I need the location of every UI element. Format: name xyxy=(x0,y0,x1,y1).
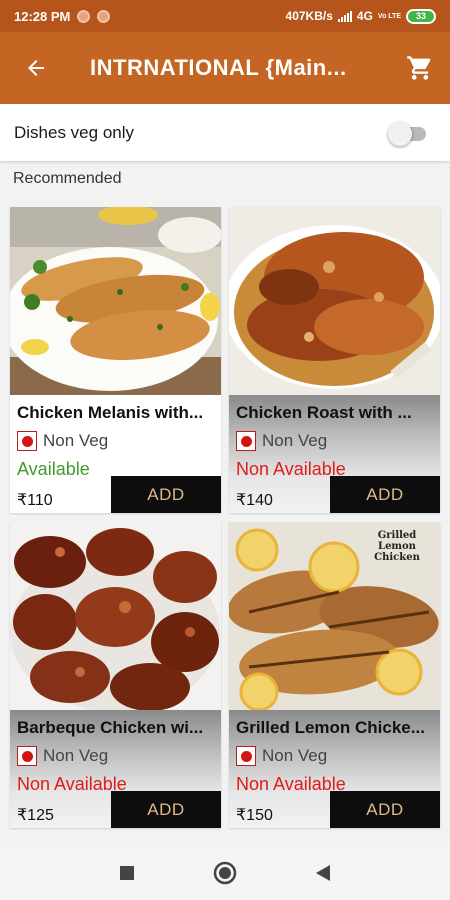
dish-diet: Non Veg xyxy=(17,431,108,451)
dish-diet: Non Veg xyxy=(236,746,327,766)
dish-diet: Non Veg xyxy=(17,746,108,766)
dish-info: Grilled Lemon Chicke... Non Veg Non Avai… xyxy=(229,710,440,828)
non-veg-icon xyxy=(236,746,256,766)
photo-caption: Grilled Lemon Chicken xyxy=(374,530,420,563)
system-nav-bar xyxy=(0,846,450,900)
notification-icon xyxy=(97,9,111,23)
non-veg-icon xyxy=(236,431,256,451)
dish-card[interactable]: Barbeque Chicken wi... Non Veg Non Avail… xyxy=(10,522,221,828)
dish-photo xyxy=(229,207,440,395)
dish-photo xyxy=(10,522,221,710)
status-indicators: 407KB/s 4G Vo LTE 33 xyxy=(285,8,436,24)
non-veg-icon xyxy=(17,746,37,766)
veg-only-toggle[interactable] xyxy=(388,121,428,146)
section-label-recommended: Recommended xyxy=(13,170,122,187)
home-circle-icon[interactable] xyxy=(213,861,237,885)
dish-diet-label: Non Veg xyxy=(43,431,109,450)
add-button[interactable]: ADD xyxy=(111,791,221,828)
add-button[interactable]: ADD xyxy=(111,476,221,513)
back-triangle-icon[interactable] xyxy=(315,864,331,882)
dish-diet: Non Veg xyxy=(236,431,327,451)
dish-availability: Available xyxy=(17,459,90,479)
veg-only-label: Dishes veg only xyxy=(14,122,135,142)
dish-name: Barbeque Chicken wi... xyxy=(17,718,204,737)
toggle-knob xyxy=(388,121,412,146)
dish-price: ₹125 xyxy=(17,807,54,824)
dish-info: Barbeque Chicken wi... Non Veg Non Avail… xyxy=(10,710,221,828)
veg-only-row: Dishes veg only xyxy=(0,104,450,161)
status-bar: 12:28 PM 407KB/s 4G Vo LTE 33 xyxy=(0,0,450,32)
page-title: INTRNATIONAL {Main... xyxy=(90,55,347,80)
add-button[interactable]: ADD xyxy=(330,476,440,513)
dish-info: Chicken Melanis with... Non Veg Availabl… xyxy=(10,395,221,513)
dish-card[interactable]: Chicken Melanis with... Non Veg Availabl… xyxy=(10,207,221,513)
dish-diet-label: Non Veg xyxy=(43,746,109,765)
network-type: 4G xyxy=(356,9,373,23)
dish-diet-label: Non Veg xyxy=(262,431,328,450)
dish-name: Chicken Roast with ... xyxy=(236,403,412,422)
network-speed: 407KB/s xyxy=(285,9,333,23)
status-time: 12:28 PM xyxy=(14,8,71,24)
shopping-cart-icon xyxy=(407,56,431,80)
back-button[interactable] xyxy=(0,32,72,104)
dish-price: ₹150 xyxy=(236,807,273,824)
dish-photo xyxy=(10,207,221,395)
dish-price: ₹110 xyxy=(17,492,53,509)
volte-icon: Vo LTE xyxy=(377,12,401,20)
battery-level: 33 xyxy=(415,11,426,21)
dish-diet-label: Non Veg xyxy=(262,746,328,765)
dish-price: ₹140 xyxy=(236,492,273,509)
recents-square-icon[interactable] xyxy=(119,865,135,881)
app-bar: INTRNATIONAL {Main... xyxy=(0,32,450,104)
arrow-left-icon xyxy=(28,60,44,76)
dish-photo: Grilled Lemon Chicken xyxy=(229,522,440,710)
dish-name: Grilled Lemon Chicke... xyxy=(236,718,425,737)
dish-card[interactable]: Chicken Roast with ... Non Veg Non Avail… xyxy=(229,207,440,513)
non-veg-icon xyxy=(17,431,37,451)
add-button[interactable]: ADD xyxy=(330,791,440,828)
dish-info: Chicken Roast with ... Non Veg Non Avail… xyxy=(229,395,440,513)
battery-icon: 33 xyxy=(406,8,436,24)
dish-card[interactable]: Grilled Lemon Chicken Grilled Lemon Chic… xyxy=(229,522,440,828)
notification-icon xyxy=(77,9,91,23)
dish-name: Chicken Melanis with... xyxy=(17,403,204,422)
cart-button[interactable] xyxy=(390,32,450,104)
signal-icon xyxy=(337,10,352,22)
